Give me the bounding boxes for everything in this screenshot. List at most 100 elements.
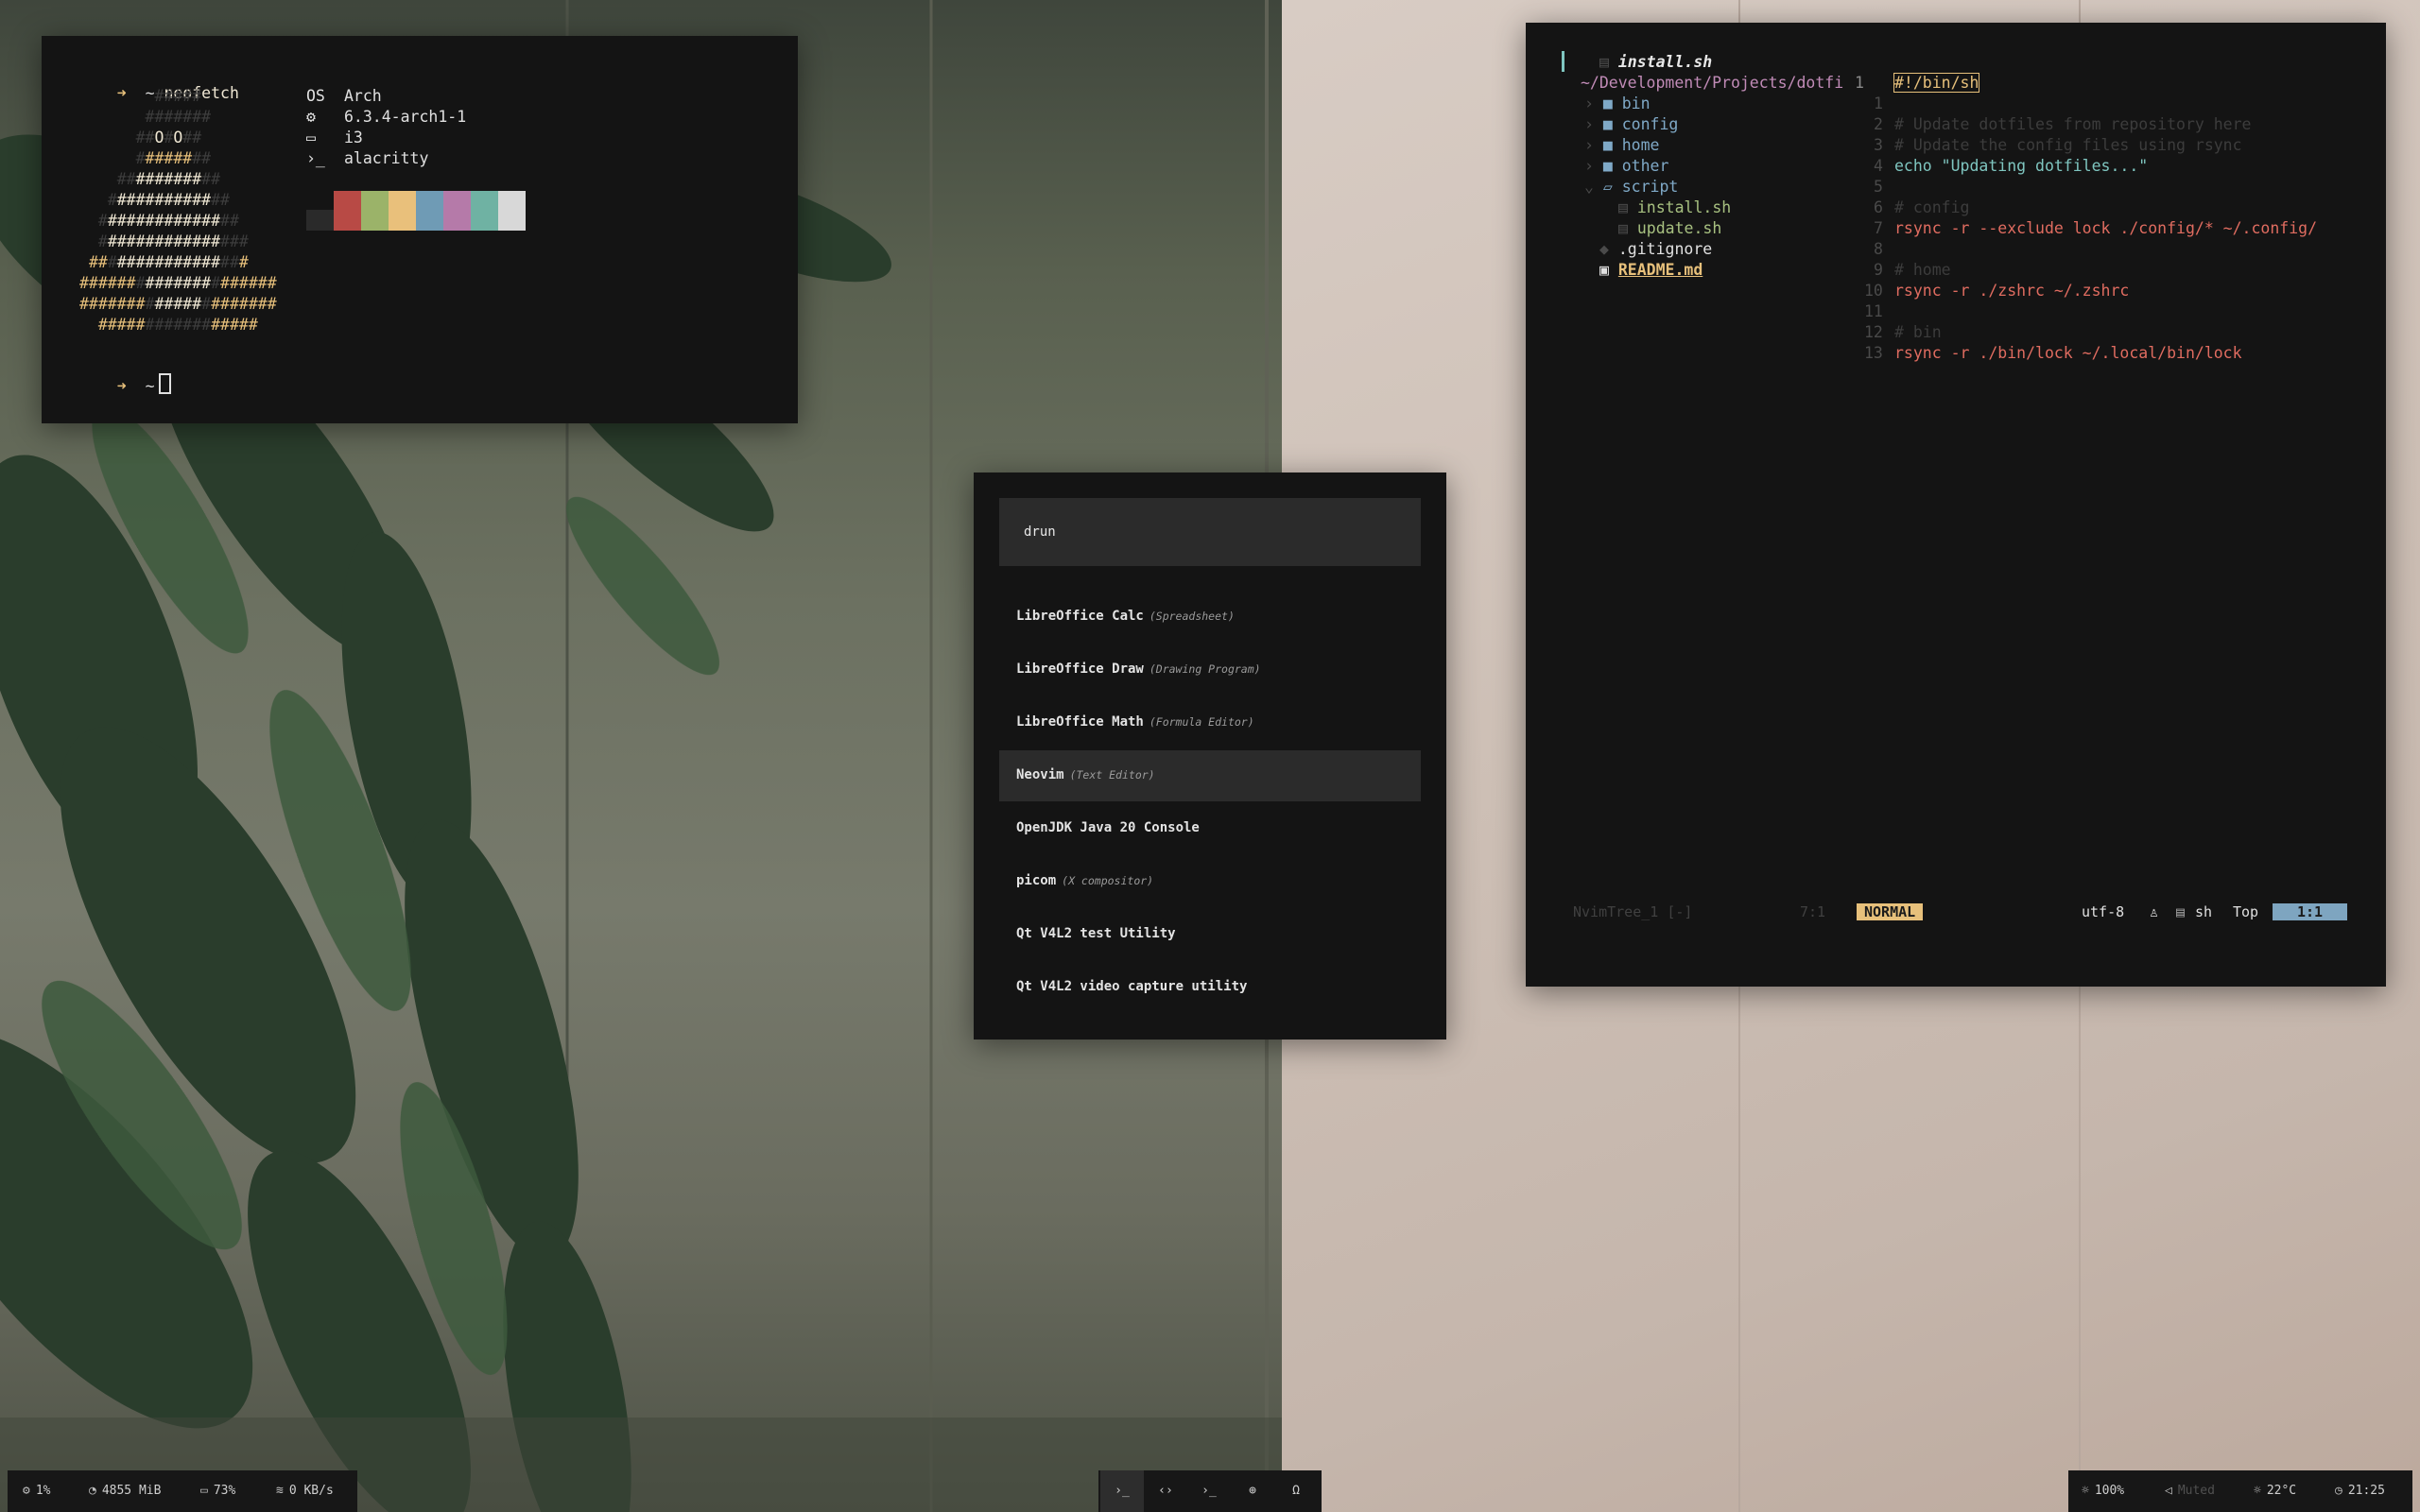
tree-item-other[interactable]: › ■ other <box>1584 157 1668 175</box>
line-number: 5 <box>1874 178 1883 196</box>
code-text: # Update dotfiles from repository here <box>1894 115 2252 133</box>
palette-swatch <box>443 191 471 231</box>
terminal-window[interactable]: ➜ ~ neofetch ##### ####### ##O#O## #####… <box>42 36 798 423</box>
palette-swatch <box>389 191 416 231</box>
tree-item-readme[interactable]: ▣ README.md <box>1599 261 1703 279</box>
brightness-widget[interactable]: ☼ 100% <box>2082 1470 2124 1512</box>
line-number: 4 <box>1874 157 1883 175</box>
battery-widget[interactable]: ▭ 73% <box>200 1470 235 1512</box>
memory-widget[interactable]: ◔ 4855 MiB <box>89 1470 161 1512</box>
tree-item-bin[interactable]: › ■ bin <box>1584 94 1651 112</box>
line-number: 12 <box>1864 323 1883 341</box>
file-icon: ▤ <box>1618 219 1637 237</box>
volume-widget[interactable]: ◁ Muted <box>2165 1470 2215 1512</box>
git-icon: ◆ <box>1599 240 1618 258</box>
app-launcher[interactable]: drun LibreOffice Calc (Spreadsheet) Libre… <box>974 472 1446 1040</box>
linux-penguin-icon: ♙ <box>2150 903 2159 920</box>
brightness-value: 100% <box>2094 1484 2125 1498</box>
tree-item-update-sh[interactable]: ▤ update.sh <box>1618 219 1721 237</box>
folder-icon: ■ <box>1602 115 1622 133</box>
volume-icon: ◁ <box>2165 1484 2172 1498</box>
palette-swatch <box>361 191 389 231</box>
chevron-right-icon: › <box>1584 94 1603 112</box>
tree-header[interactable]: ▤ install.sh <box>1599 53 1712 71</box>
prompt-dir: ~ <box>145 377 155 395</box>
encoding: utf-8 <box>2082 903 2125 920</box>
chevron-right-icon: › <box>1584 157 1603 175</box>
line-number: 1 <box>1855 74 1864 92</box>
tree-item-label: install.sh <box>1636 198 1732 216</box>
folder-icon: ■ <box>1602 157 1622 175</box>
launcher-entry[interactable]: OpenJDK Java 20 Console <box>999 803 1421 854</box>
entry-description: (X compositor) <box>1062 874 1154 887</box>
workspace-5-headphones-icon[interactable]: Ω <box>1274 1470 1318 1512</box>
launcher-entry[interactable]: Qt V4L2 test Utility <box>999 909 1421 960</box>
tree-item-label: README.md <box>1617 261 1703 279</box>
workspace-1-terminal-icon[interactable]: ›_ <box>1100 1470 1144 1512</box>
tree-item-script[interactable]: ⌄ ▱ script <box>1584 178 1678 196</box>
file-icon: ▤ <box>2176 903 2186 920</box>
folder-icon: ■ <box>1602 136 1622 154</box>
terminal-cursor <box>158 373 171 394</box>
code-text: #!/bin/sh <box>1893 73 1980 93</box>
cpu-value: 1% <box>35 1484 51 1498</box>
palette-swatch <box>306 210 334 231</box>
code-line: #!/bin/sh <box>1893 73 1980 93</box>
wifi-icon: ≋ <box>276 1484 284 1498</box>
entry-description: (Spreadsheet) <box>1149 610 1235 623</box>
code-text: rsync -r ./bin/lock ~/.local/bin/lock <box>1894 344 2242 362</box>
terminal-value: alacritty <box>344 149 429 167</box>
entry-description: (Drawing Program) <box>1149 662 1261 676</box>
code-line: 1 <box>1855 74 1864 92</box>
entry-name: LibreOffice Draw <box>1016 662 1144 677</box>
workspace-3-terminal-icon[interactable]: ›_ <box>1187 1470 1231 1512</box>
launcher-entry-selected[interactable]: Neovim (Text Editor) <box>999 750 1421 801</box>
clock-value: 21:25 <box>2347 1484 2385 1498</box>
temperature-icon: ☼ <box>2254 1484 2261 1498</box>
launcher-entry[interactable]: Qt V4L2 video capture utility <box>999 962 1421 1013</box>
clock-widget[interactable]: ◷ 21:25 <box>2335 1470 2385 1512</box>
tree-item-gitignore[interactable]: ◆ .gitignore <box>1599 240 1712 258</box>
code-text: rsync -r ./zshrc ~/.zshrc <box>1894 282 2130 300</box>
launcher-entry[interactable]: LibreOffice Draw (Drawing Program) <box>999 644 1421 696</box>
code-text: # Update the config files using rsync <box>1894 136 2242 154</box>
workspace-4-globe-icon[interactable]: ⊕ <box>1231 1470 1274 1512</box>
launcher-entry[interactable]: LibreOffice Calc (Spreadsheet) <box>999 592 1421 643</box>
scroll-position: Top <box>2233 903 2259 920</box>
palette-swatch <box>471 191 498 231</box>
nvim-window[interactable]: ▤ install.sh ~/Development/Projects/dotf… <box>1526 23 2386 987</box>
terminal-prompt-icon: ›_ <box>306 149 325 167</box>
chevron-down-icon: ⌄ <box>1584 178 1603 196</box>
tree-item-label: other <box>1621 157 1669 175</box>
tree-item-install-sh[interactable]: ▤ install.sh <box>1618 198 1731 216</box>
file-icon: ▤ <box>1599 53 1618 71</box>
tree-buffer-name: NvimTree_1 [-] <box>1573 903 1693 920</box>
launcher-mode-label: drun <box>1024 524 1056 540</box>
tree-item-label: .gitignore <box>1617 240 1713 258</box>
entry-description: (Text Editor) <box>1069 768 1155 782</box>
clock-icon: ◷ <box>2335 1484 2342 1498</box>
battery-icon: ▭ <box>200 1484 208 1498</box>
workspace-2-code-icon[interactable]: ‹› <box>1144 1470 1187 1512</box>
line-number: 2 <box>1874 115 1883 133</box>
launcher-entry[interactable]: picom (X compositor) <box>999 856 1421 907</box>
kernel-value: 6.3.4-arch1-1 <box>344 108 467 126</box>
cpu-widget[interactable]: ⚙ 1% <box>23 1470 50 1512</box>
line-number: 10 <box>1864 282 1883 300</box>
brightness-icon: ☼ <box>2082 1484 2089 1498</box>
launcher-search-input[interactable]: drun <box>999 498 1421 566</box>
os-value: Arch <box>344 87 382 105</box>
code-text: rsync -r --exclude lock ./config/* ~/.co… <box>1894 219 2318 237</box>
mode-indicator: NORMAL <box>1857 903 1924 920</box>
network-widget[interactable]: ≋ 0 KB/s <box>276 1470 334 1512</box>
active-prompt-line[interactable]: ➜ ~ <box>79 355 171 413</box>
tree-item-home[interactable]: › ■ home <box>1584 136 1660 154</box>
launcher-entry[interactable]: LibreOffice Math (Formula Editor) <box>999 697 1421 748</box>
tree-item-label: bin <box>1621 94 1651 112</box>
memory-value: 4855 MiB <box>101 1484 162 1498</box>
file-icon: ▤ <box>1618 198 1637 216</box>
temperature-widget[interactable]: ☼ 22°C <box>2254 1470 2296 1512</box>
folder-open-icon: ▱ <box>1602 178 1622 196</box>
palette-swatch <box>498 191 526 231</box>
tree-item-config[interactable]: › ■ config <box>1584 115 1678 133</box>
